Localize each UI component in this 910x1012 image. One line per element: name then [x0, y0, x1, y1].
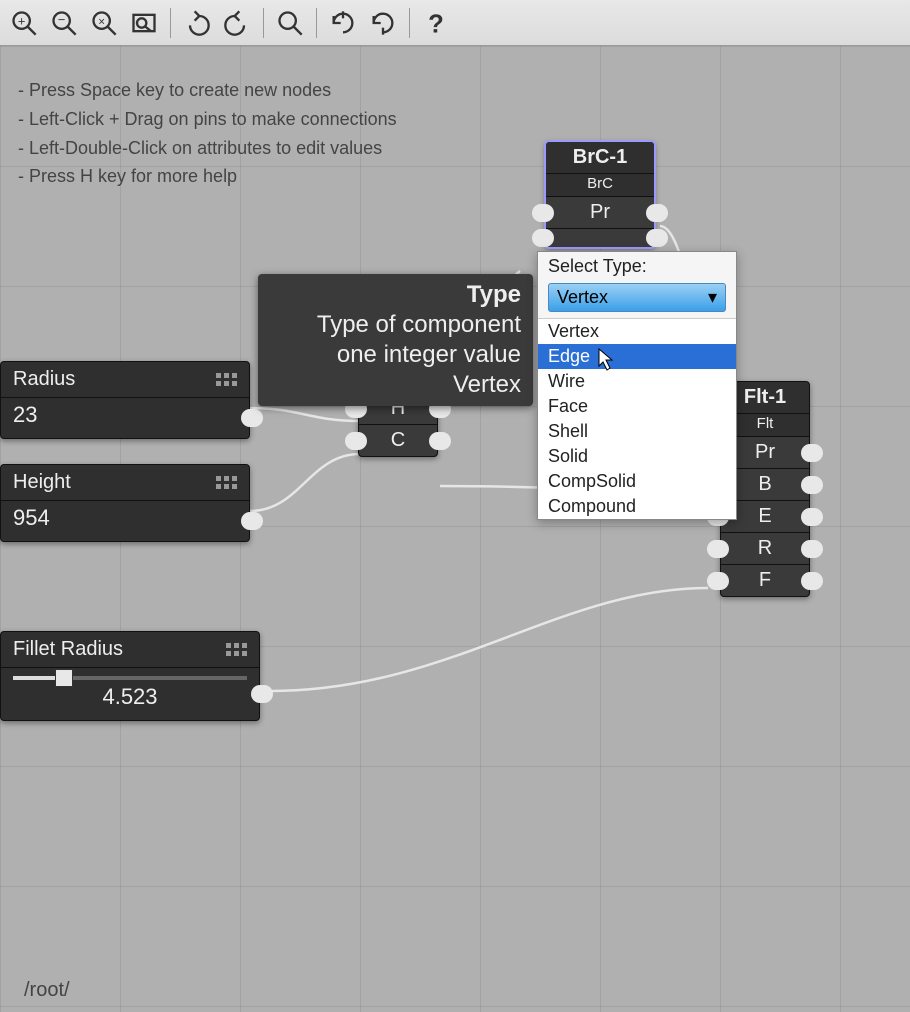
svg-text:×: ×	[98, 15, 105, 28]
select-type-popup[interactable]: Select Type: Vertex ▾ Vertex Edge Wire F…	[537, 251, 737, 520]
chevron-down-icon: ▾	[708, 287, 717, 308]
fillet-value[interactable]: 4.523	[13, 684, 247, 710]
port-tooltip: Type Type of component one integer value…	[258, 274, 533, 406]
output-pin[interactable]	[251, 685, 273, 703]
dropdown-option-solid[interactable]: Solid	[538, 444, 736, 469]
port-c[interactable]: C	[359, 425, 437, 456]
undo-icon[interactable]	[179, 5, 215, 41]
port-r[interactable]: R	[721, 533, 809, 565]
radius-label: Radius	[13, 368, 75, 391]
toolbar-separator	[170, 8, 171, 38]
dropdown-option-vertex[interactable]: Vertex	[538, 319, 736, 344]
zoom-out-icon[interactable]: −	[46, 5, 82, 41]
height-label: Height	[13, 471, 71, 494]
toolbar: + − × ?	[0, 0, 910, 46]
output-pin[interactable]	[241, 409, 263, 427]
dropdown-option-shell[interactable]: Shell	[538, 419, 736, 444]
brc-title: BrC-1	[546, 142, 654, 174]
output-pin[interactable]	[801, 540, 823, 558]
brc-node[interactable]: BrC-1 BrC Pr	[545, 141, 655, 248]
input-pin[interactable]	[707, 540, 729, 558]
height-node[interactable]: Height 954	[0, 464, 250, 542]
slider-track[interactable]	[13, 676, 247, 680]
output-pin[interactable]	[429, 432, 451, 450]
brc-subtitle: BrC	[546, 174, 654, 197]
slider-thumb[interactable]	[55, 669, 73, 687]
output-pin[interactable]	[801, 508, 823, 526]
output-pin[interactable]	[801, 572, 823, 590]
help-line: Left-Click + Drag on pins to make connec…	[18, 105, 397, 134]
output-pin[interactable]	[801, 476, 823, 494]
tooltip-line: Vertex	[270, 370, 521, 400]
node-canvas[interactable]: Press Space key to create new nodes Left…	[0, 46, 910, 1012]
dropdown-selected: Vertex	[557, 287, 608, 308]
fillet-radius-node[interactable]: Fillet Radius 4.523	[0, 631, 260, 721]
zoom-fit-icon[interactable]	[126, 5, 162, 41]
dropdown-label: Select Type:	[538, 252, 736, 279]
toolbar-separator	[316, 8, 317, 38]
recenter-icon[interactable]	[272, 5, 308, 41]
port-extra[interactable]	[546, 229, 654, 247]
dropdown-option-edge[interactable]: Edge	[538, 344, 736, 369]
fillet-label: Fillet Radius	[13, 638, 123, 661]
output-pin[interactable]	[801, 444, 823, 462]
radius-value[interactable]: 23	[13, 402, 237, 428]
tooltip-line: one integer value	[270, 340, 521, 370]
tooltip-line: Type of component	[270, 310, 521, 340]
tooltip-title: Type	[270, 280, 521, 310]
svg-text:+: +	[18, 13, 26, 28]
drag-grip-icon[interactable]	[216, 373, 237, 386]
slider-fill	[13, 676, 60, 680]
redo-icon[interactable]	[219, 5, 255, 41]
breadcrumb: /root/	[24, 979, 70, 1002]
input-pin[interactable]	[707, 572, 729, 590]
refresh-up-icon[interactable]	[325, 5, 361, 41]
output-pin[interactable]	[646, 204, 668, 222]
svg-text:−: −	[58, 12, 66, 27]
help-line: Press Space key to create new nodes	[18, 76, 397, 105]
output-pin[interactable]	[646, 229, 668, 247]
port-pr[interactable]: Pr	[546, 197, 654, 229]
help-line: Left-Double-Click on attributes to edit …	[18, 134, 397, 163]
dropdown-list: Vertex Edge Wire Face Shell Solid CompSo…	[538, 318, 736, 519]
drag-grip-icon[interactable]	[226, 643, 247, 656]
help-line: Press H key for more help	[18, 162, 397, 191]
input-pin[interactable]	[532, 229, 554, 247]
refresh-down-icon[interactable]	[365, 5, 401, 41]
toolbar-separator	[263, 8, 264, 38]
dropdown-option-face[interactable]: Face	[538, 394, 736, 419]
height-value[interactable]: 954	[13, 505, 237, 531]
dropdown-option-compound[interactable]: Compound	[538, 494, 736, 519]
zoom-reset-icon[interactable]: ×	[86, 5, 122, 41]
help-icon[interactable]: ?	[418, 5, 454, 41]
toolbar-separator	[409, 8, 410, 38]
zoom-in-icon[interactable]: +	[6, 5, 42, 41]
cursor-icon	[598, 348, 616, 372]
svg-text:?: ?	[428, 10, 444, 37]
dropdown-option-compsolid[interactable]: CompSolid	[538, 469, 736, 494]
output-pin[interactable]	[241, 512, 263, 530]
radius-node[interactable]: Radius 23	[0, 361, 250, 439]
dropdown-option-wire[interactable]: Wire	[538, 369, 736, 394]
input-pin[interactable]	[345, 432, 367, 450]
dropdown-select[interactable]: Vertex ▾	[548, 283, 726, 312]
port-f[interactable]: F	[721, 565, 809, 596]
drag-grip-icon[interactable]	[216, 476, 237, 489]
help-text: Press Space key to create new nodes Left…	[18, 76, 397, 191]
input-pin[interactable]	[532, 204, 554, 222]
